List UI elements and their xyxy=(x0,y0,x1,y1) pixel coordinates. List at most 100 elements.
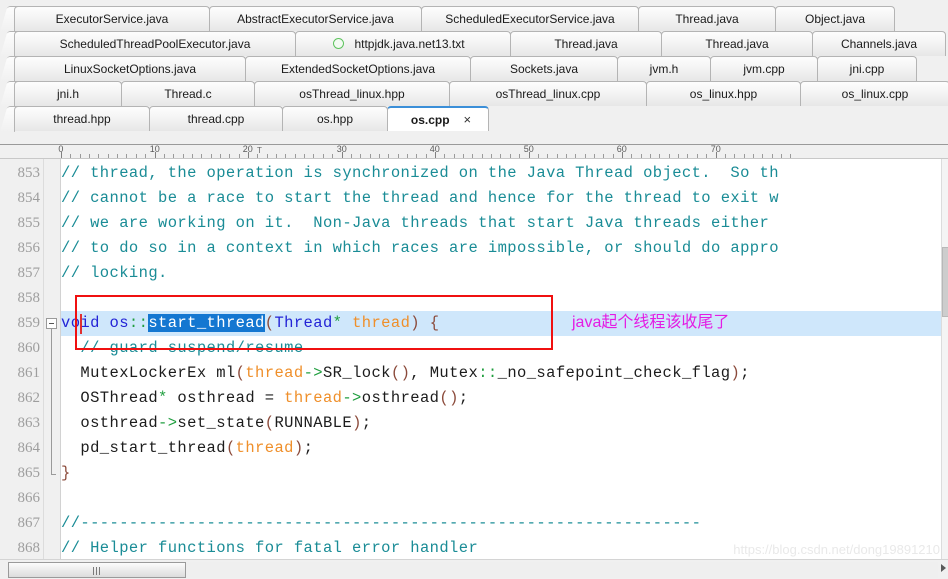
tab-scheduledexecutorservice-java[interactable]: ScheduledExecutorService.java xyxy=(421,6,639,31)
tab-row-3: jni.h Thread.c osThread_linux.hpp osThread_… xyxy=(0,81,948,107)
ruler-tick xyxy=(575,154,576,158)
ruler-tick xyxy=(332,154,333,158)
ruler-tick xyxy=(388,154,389,158)
ruler-tick xyxy=(201,154,202,158)
code-token: // guard suspend/resume xyxy=(61,339,304,357)
tab-os-hpp[interactable]: os.hpp xyxy=(282,106,388,131)
tab-abstractexecutorservice-java[interactable]: AbstractExecutorService.java xyxy=(209,6,422,31)
ruler-tick xyxy=(398,154,399,158)
ruler-label: 40 xyxy=(429,145,440,154)
ruler-tick xyxy=(285,154,286,158)
ruler-tick xyxy=(126,154,127,158)
code-token: ; xyxy=(303,439,314,457)
tab-label: ScheduledThreadPoolExecutor.java xyxy=(59,37,251,51)
code-line[interactable]: } xyxy=(61,461,71,486)
tab-os-linux-hpp[interactable]: os_linux.hpp xyxy=(646,81,801,106)
line-number: 858 xyxy=(17,290,41,306)
code-token: // locking. xyxy=(61,264,168,282)
tab-scheduledthreadpoolexecutor-java[interactable]: ScheduledThreadPoolExecutor.java xyxy=(14,31,296,56)
line-number: 863 xyxy=(17,415,41,431)
tab-thread-c[interactable]: Thread.c xyxy=(121,81,255,106)
ruler-tick xyxy=(80,154,81,158)
code-line[interactable]: // thread, the operation is synchronized… xyxy=(61,161,779,186)
tab-os-cpp[interactable]: os.cpp × xyxy=(387,106,489,131)
code-token: () xyxy=(439,389,459,407)
tab-close-icon[interactable]: × xyxy=(458,108,474,131)
ruler-tick xyxy=(781,154,782,158)
code-line[interactable]: void os::start_thread(Thread* thread) { xyxy=(61,311,439,336)
code-line[interactable]: //--------------------------------------… xyxy=(61,511,701,536)
tab-channels-java[interactable]: Channels.java xyxy=(812,31,946,56)
scroll-right-arrow-icon[interactable] xyxy=(941,564,946,572)
line-number: 862 xyxy=(17,390,41,406)
code-line[interactable]: OSThread* osthread = thread->osthread(); xyxy=(61,386,469,411)
vertical-scrollbar[interactable] xyxy=(941,159,948,559)
tab-extendedsocketoptions-java[interactable]: ExtendedSocketOptions.java xyxy=(245,56,471,81)
code-token: osthread xyxy=(361,389,440,407)
ruler-tick xyxy=(491,154,492,158)
code-token: thread xyxy=(352,314,411,332)
tab-thread-hpp[interactable]: thread.hpp xyxy=(14,106,150,131)
ruler-label: 10 xyxy=(149,145,160,154)
tab-osthread-linux-hpp[interactable]: osThread_linux.hpp xyxy=(254,81,450,106)
horizontal-scrollbar-thumb[interactable] xyxy=(8,562,186,578)
tab-linuxsocketoptions-java[interactable]: LinuxSocketOptions.java xyxy=(14,56,246,81)
code-line[interactable]: pd_start_thread(thread); xyxy=(61,436,313,461)
ruler-tick xyxy=(211,154,212,158)
tab-object-java[interactable]: Object.java xyxy=(775,6,895,31)
tab-thread-java[interactable]: Thread.java xyxy=(661,31,813,56)
code-line[interactable]: MutexLockerEx ml(thread->SR_lock(), Mute… xyxy=(61,361,750,386)
ruler-tick xyxy=(790,154,791,158)
code-line[interactable]: // locking. xyxy=(61,261,168,286)
ruler-tick xyxy=(706,154,707,158)
tab-sockets-java[interactable]: Sockets.java xyxy=(470,56,618,81)
code-line[interactable]: // to do so in a context in which races … xyxy=(61,236,779,261)
text-caret xyxy=(80,314,82,334)
annotation-label: java起个线程该收尾了 xyxy=(572,314,730,331)
ruler-tick xyxy=(641,154,642,158)
tab-jni-h[interactable]: jni.h xyxy=(14,81,122,106)
ruler-tick xyxy=(108,154,109,158)
line-number: 859 xyxy=(17,315,41,331)
horizontal-scrollbar-track[interactable] xyxy=(8,562,938,578)
horizontal-scrollbar[interactable] xyxy=(0,559,948,579)
tab-osthread-linux-cpp[interactable]: osThread_linux.cpp xyxy=(449,81,647,106)
ruler-tick xyxy=(145,154,146,158)
code-token: ; xyxy=(458,389,469,407)
code-line[interactable]: // we are working on it. Non-Java thread… xyxy=(61,211,769,236)
tab-jvm-cpp[interactable]: jvm.cpp xyxy=(710,56,818,81)
code-line[interactable]: // Helper functions for fatal error hand… xyxy=(61,536,478,559)
tab-httpjdk-java-net13-txt[interactable]: httpjdk.java.net13.txt xyxy=(295,31,511,56)
tab-jvm-h[interactable]: jvm.h xyxy=(617,56,711,81)
tab-executorservice-java[interactable]: ExecutorService.java xyxy=(14,6,210,31)
code-line[interactable]: // guard suspend/resume xyxy=(61,336,304,361)
code-token: ( xyxy=(264,314,275,332)
tab-row-0: ExecutorService.java AbstractExecutorServ… xyxy=(0,6,948,32)
code-line[interactable]: osthread->set_state(RUNNABLE); xyxy=(61,411,371,436)
line-number: 855 xyxy=(17,215,41,231)
ruler-tick xyxy=(519,154,520,158)
ruler-tick xyxy=(631,154,632,158)
tab-thread-java[interactable]: Thread.java xyxy=(510,31,662,56)
ruler-tick xyxy=(351,154,352,158)
tab-label: osThread_linux.hpp xyxy=(299,87,405,101)
ruler-tick xyxy=(117,154,118,158)
code-token: // to do so in a context in which races … xyxy=(61,239,779,257)
code-token: // thread, the operation is synchronized… xyxy=(61,164,779,182)
tab-os-linux-cpp[interactable]: os_linux.cpp xyxy=(800,81,948,106)
ruler-tick xyxy=(164,154,165,158)
ide-window: ExecutorService.java AbstractExecutorServ… xyxy=(0,0,948,579)
code-fold-collapse-icon[interactable] xyxy=(46,318,57,329)
tab-jni-cpp[interactable]: jni.cpp xyxy=(817,56,917,81)
vertical-scrollbar-thumb[interactable] xyxy=(942,247,948,317)
code-editor[interactable]: 853 854 855 856 857 858 859 860 861 862 863 864 865 8… xyxy=(0,159,948,559)
ruler-tick xyxy=(753,154,754,158)
code-folding-gutter[interactable] xyxy=(44,159,61,559)
tab-thread-cpp[interactable]: thread.cpp xyxy=(149,106,283,131)
tab-label: jni.h xyxy=(56,87,79,101)
code-line[interactable]: // cannot be a race to start the thread … xyxy=(61,186,779,211)
tab-thread-java[interactable]: Thread.java xyxy=(638,6,776,31)
ruler-label: 70 xyxy=(710,145,721,154)
ruler-tick xyxy=(585,154,586,158)
editor-tab-bar: ExecutorService.java AbstractExecutorServ… xyxy=(0,0,948,145)
